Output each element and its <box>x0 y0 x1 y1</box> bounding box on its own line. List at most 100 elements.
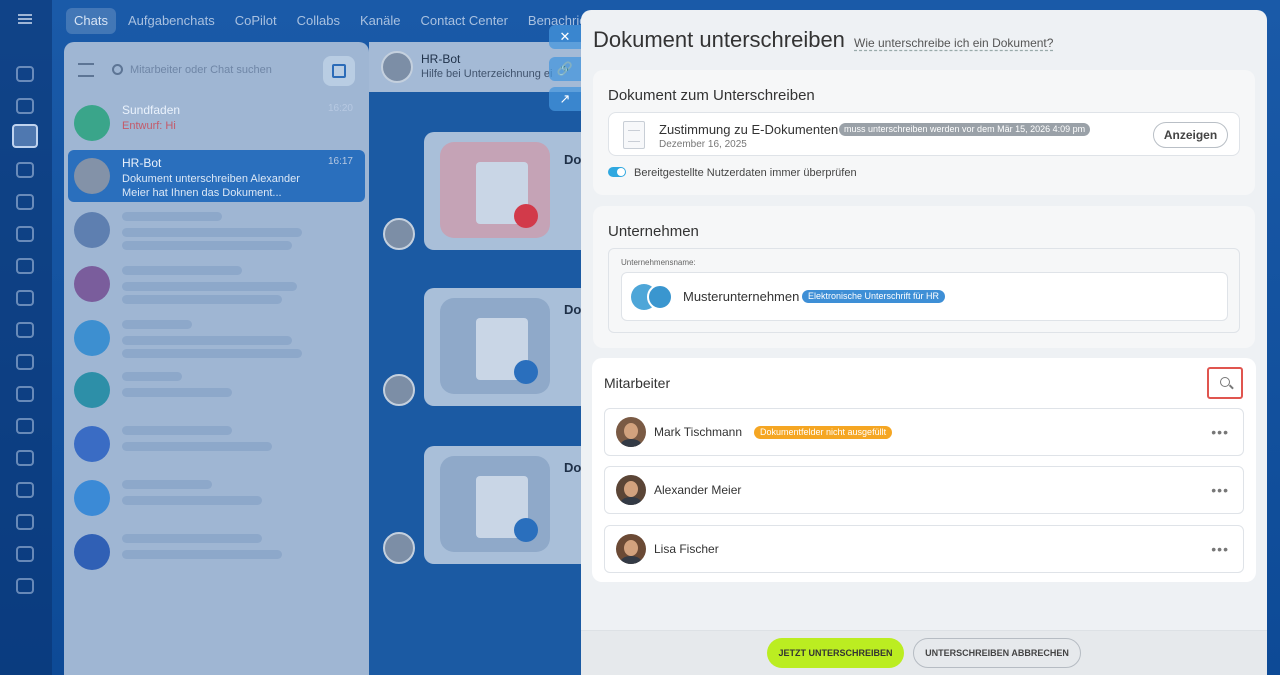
chat-search-row: Mitarbeiter oder Chat suchen <box>78 56 355 86</box>
employee-row[interactable]: Alexander Meier ••• <box>604 466 1244 514</box>
open-external-icon[interactable]: ↗ <box>549 87 581 111</box>
chat-list-item[interactable] <box>68 526 365 578</box>
panel-footer: JETZT UNTERSCHREIBEN UNTERSCHREIBEN ABBR… <box>581 630 1267 675</box>
more-options-icon[interactable]: ••• <box>1211 424 1229 440</box>
document-illustration <box>440 456 550 552</box>
shop-rail-icon[interactable] <box>16 418 34 434</box>
more-options-icon[interactable]: ••• <box>1211 482 1229 498</box>
employee-name: Mark Tischmann <box>654 425 743 439</box>
filter-icon[interactable] <box>78 63 94 77</box>
rail-icon[interactable] <box>16 546 34 562</box>
tab-copilot[interactable]: CoPilot <box>227 8 285 34</box>
chat-list-item[interactable] <box>68 472 365 524</box>
tab-contact-center[interactable]: Contact Center <box>412 8 515 34</box>
avatar <box>383 218 415 250</box>
deadline-tag: muss unterschreiben werden vor dem Mär 1… <box>839 123 1091 136</box>
placeholder-line <box>122 295 282 304</box>
employee-search-button[interactable] <box>1207 367 1243 399</box>
tab-chats[interactable]: Chats <box>66 8 116 34</box>
rail-icon[interactable] <box>16 322 34 338</box>
chat-preview: Entwurf: Hi <box>122 120 176 132</box>
placeholder-line <box>122 496 262 505</box>
chat-list-item[interactable] <box>68 258 365 310</box>
avatar <box>74 426 110 462</box>
section-title: Unternehmen <box>608 223 699 240</box>
avatar <box>383 532 415 564</box>
placeholder-line <box>122 212 222 221</box>
contacts-rail-icon[interactable] <box>16 290 34 306</box>
pen-icon <box>514 518 538 542</box>
document-card: Zustimmung zu E-Dokumenten muss untersch… <box>608 112 1240 156</box>
employee-name: Lisa Fischer <box>654 542 719 556</box>
search-icon <box>112 64 123 75</box>
error-icon <box>514 204 538 228</box>
document-icon <box>623 121 645 149</box>
search-icon <box>1220 377 1230 387</box>
employee-row[interactable]: Mark Tischmann Dokumentfelder nicht ausg… <box>604 408 1244 456</box>
chat-list-item[interactable] <box>68 418 365 470</box>
rail-icon[interactable] <box>16 578 34 594</box>
avatar <box>383 374 415 406</box>
employee-name: Alexander Meier <box>654 483 742 497</box>
rail-icon[interactable] <box>16 194 34 210</box>
rail-icon[interactable] <box>16 258 34 274</box>
avatar <box>74 158 110 194</box>
link-icon[interactable]: 🔗 <box>549 57 581 81</box>
pen-icon <box>514 360 538 384</box>
placeholder-line <box>122 320 192 329</box>
placeholder-line <box>122 442 272 451</box>
placeholder-line <box>122 266 242 275</box>
chat-main: HR-Bot Hilfe bei Unterzeichnung ei Do Do <box>369 42 594 675</box>
chat-name: Sundfaden <box>122 103 181 117</box>
sign-now-button[interactable]: JETZT UNTERSCHREIBEN <box>767 638 904 668</box>
document-illustration <box>440 298 550 394</box>
help-link[interactable]: Wie unterschreibe ich ein Dokument? <box>854 36 1053 50</box>
tab-task-chats[interactable]: Aufgabenchats <box>120 8 223 34</box>
tasks-rail-icon[interactable] <box>16 226 34 242</box>
show-document-button[interactable]: Anzeigen <box>1153 122 1228 148</box>
chat-list-item-hr-bot[interactable]: HR-Bot 16:17 Dokument unterschreiben Ale… <box>68 150 365 202</box>
placeholder-line <box>122 336 292 345</box>
close-panel-button[interactable]: ✕ <box>549 25 581 49</box>
more-options-icon[interactable]: ••• <box>1211 541 1229 557</box>
tab-channels[interactable]: Kanäle <box>352 8 408 34</box>
avatar <box>74 266 110 302</box>
placeholder-line <box>122 426 232 435</box>
analytics-rail-icon[interactable] <box>16 450 34 466</box>
chat-search-input[interactable]: Mitarbeiter oder Chat suchen <box>104 56 294 86</box>
chat-list-item[interactable]: Sundfaden 16:20 Entwurf: Hi <box>68 97 365 149</box>
document-name: Zustimmung zu E-Dokumenten <box>659 122 839 137</box>
document-date: Dezember 16, 2025 <box>659 139 747 150</box>
cancel-signing-button[interactable]: UNTERSCHREIBEN ABBRECHEN <box>913 638 1081 668</box>
placeholder-line <box>122 388 232 397</box>
calendar-rail-icon[interactable] <box>16 162 34 178</box>
verify-data-toggle-label: Bereitgestellte Nutzerdaten immer überpr… <box>634 167 857 179</box>
company-field-label: Unternehmensname: <box>621 258 696 267</box>
chat-rail-icon[interactable] <box>12 124 38 148</box>
rail-icon[interactable] <box>16 514 34 530</box>
rail-icon[interactable] <box>16 66 34 82</box>
left-rail <box>0 0 52 675</box>
chat-preview: Dokument unterschreiben Alexander Meier … <box>122 173 300 199</box>
employee-row[interactable]: Lisa Fischer ••• <box>604 525 1244 573</box>
tab-collabs[interactable]: Collabs <box>289 8 348 34</box>
menu-icon[interactable] <box>18 14 32 24</box>
placeholder-line <box>122 372 182 381</box>
rail-icon[interactable] <box>16 354 34 370</box>
chat-list-item[interactable] <box>68 364 365 416</box>
new-chat-button[interactable] <box>323 56 355 86</box>
verify-data-toggle[interactable] <box>608 167 626 177</box>
rail-icon[interactable] <box>16 482 34 498</box>
chat-time: 16:17 <box>327 156 353 167</box>
chat-list-item[interactable] <box>68 312 365 364</box>
company-field[interactable]: Musterunternehmen Elektronische Untersch… <box>621 272 1228 321</box>
chat-list-item[interactable] <box>68 204 365 256</box>
avatar <box>74 534 110 570</box>
rail-icon[interactable] <box>16 386 34 402</box>
avatar <box>74 320 110 356</box>
company-section: Unternehmen Unternehmensname: Musterunte… <box>593 206 1255 348</box>
company-tag: Elektronische Unterschrift für HR <box>802 290 946 303</box>
placeholder-line <box>122 349 302 358</box>
rail-icon[interactable] <box>16 98 34 114</box>
message-title: Do <box>564 152 582 167</box>
